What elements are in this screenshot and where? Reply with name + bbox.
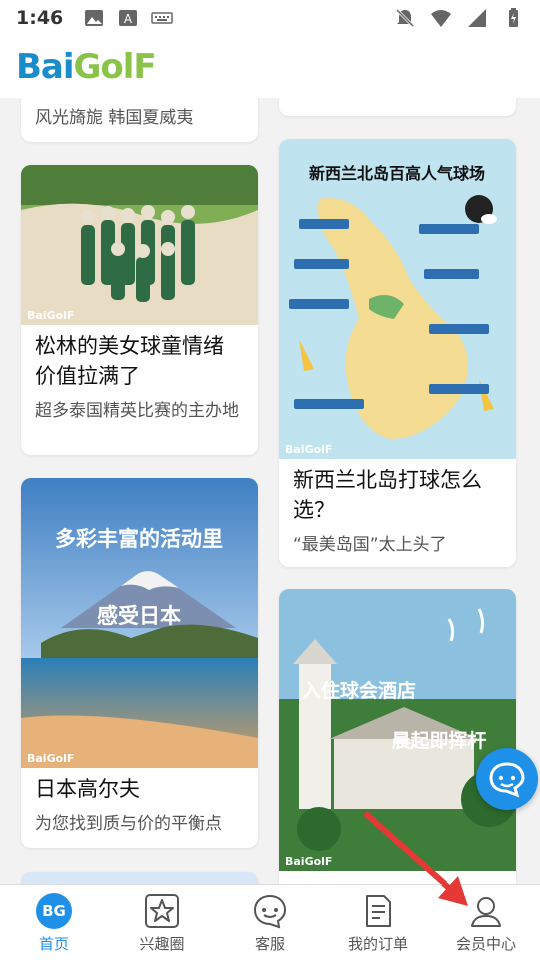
caddies-photo: BaiGolF: [21, 165, 258, 325]
nav-item-interest-circle[interactable]: 兴趣圈: [108, 885, 216, 960]
svg-text:A: A: [124, 12, 133, 26]
article-card-korea[interactable]: 风光旖旎 韩国夏威夷: [21, 98, 258, 142]
nav-item-my-orders[interactable]: 我的订单: [324, 885, 432, 960]
article-card-caddies[interactable]: BaiGolF 松林的美女球童情绪价值拉满了 超多泰国精英比赛的主办地: [21, 165, 258, 455]
image-caption-1: 多彩丰富的活动里: [55, 527, 223, 551]
watermark: BaiGolF: [27, 309, 74, 322]
customer-service-fab[interactable]: [476, 748, 538, 810]
nav-item-home[interactable]: BG 首页: [0, 885, 108, 960]
chat-bubble-icon: [489, 762, 525, 798]
content-feed[interactable]: 风光旖旎 韩国夏威夷 BaiGolF 松林的美女球童情绪价值拉满了 超多泰国精英…: [0, 98, 540, 884]
status-time: 1:46: [16, 7, 64, 29]
card-image-caddies: BaiGolF: [21, 165, 258, 325]
hotel-photo: 入住球会酒店 晨起即挥杆 BaiGolF: [279, 589, 516, 871]
nz-map-illustration: 新西兰北岛百高人气球场 BaiGolF: [279, 139, 516, 459]
card-title: 日本高尔夫: [35, 777, 140, 801]
card-title: 松林的美女球童情绪价值拉满了: [35, 334, 224, 388]
watermark: BaiGolF: [285, 443, 332, 456]
nav-item-member-center[interactable]: 会员中心: [432, 885, 540, 960]
card-subtitle: 风光旖旎 韩国夏威夷: [35, 108, 194, 128]
card-subtitle: “最美岛国”太上头了: [293, 535, 447, 555]
nav-label-customer-service: 客服: [254, 935, 285, 953]
nav-label-my-orders: 我的订单: [347, 935, 408, 953]
article-card-new-zealand[interactable]: 新西兰北岛百高人气球场 BaiGolF 新西兰北岛打球怎么选？ “最美岛国”太上…: [279, 139, 516, 567]
nav-label-member-center: 会员中心: [455, 935, 516, 953]
image-caption-2: 晨起即挥杆: [391, 729, 486, 752]
chat-icon: [253, 894, 287, 929]
mute-icon: [395, 8, 415, 28]
bottom-navigation: BG 首页 兴趣圈 客服 我的订单 会员中心: [0, 884, 540, 960]
system-icons: [394, 7, 524, 29]
notification-icons: A: [83, 7, 174, 29]
nav-label-home: 首页: [38, 935, 69, 953]
signal-icon: [468, 9, 486, 27]
keyboard-icon: [151, 12, 174, 24]
user-icon: [471, 897, 501, 927]
app-header: BaiGolF: [0, 36, 540, 98]
image-caption-1: 入住球会酒店: [302, 679, 416, 702]
watermark: BaiGolF: [27, 752, 74, 765]
card-subtitle: 超多泰国精英比赛的主办地: [35, 401, 239, 421]
card-title: 新西兰北岛打球怎么选？: [293, 468, 482, 522]
battery-icon: [509, 8, 518, 27]
status-bar: 1:46 A: [0, 0, 540, 36]
card-image-hotel: 入住球会酒店 晨起即挥杆 BaiGolF: [279, 589, 516, 871]
image-caption-2: 感受日本: [97, 604, 181, 628]
watermark: BaiGolF: [285, 855, 332, 868]
card-image-nz-map: 新西兰北岛百高人气球场 BaiGolF: [279, 139, 516, 459]
a-icon: A: [119, 10, 138, 26]
nav-item-customer-service[interactable]: 客服: [216, 885, 324, 960]
card-image-japan: 多彩丰富的活动里 感受日本 BaiGolF: [21, 478, 258, 768]
card-subtitle: 为您找到质与价的平衡点: [35, 814, 222, 834]
document-icon: [366, 895, 391, 927]
image-icon: [85, 10, 104, 26]
star-icon: [145, 894, 179, 928]
article-card-partial[interactable]: [279, 98, 516, 116]
article-card-partial-bottom[interactable]: [21, 872, 258, 884]
japan-photo: 多彩丰富的活动里 感受日本 BaiGolF: [21, 478, 258, 768]
article-card-hotel[interactable]: 入住球会酒店 晨起即挥杆 BaiGolF: [279, 589, 516, 884]
home-icon: BG: [36, 893, 72, 929]
nav-label-interest-circle: 兴趣圈: [139, 935, 185, 953]
wifi-icon: [431, 10, 451, 27]
baigolf-logo: BaiGolF: [16, 47, 157, 87]
image-caption: 新西兰北岛百高人气球场: [309, 164, 485, 183]
article-card-japan[interactable]: 多彩丰富的活动里 感受日本 BaiGolF 日本高尔夫 为您找到质与价的平衡点: [21, 478, 258, 848]
